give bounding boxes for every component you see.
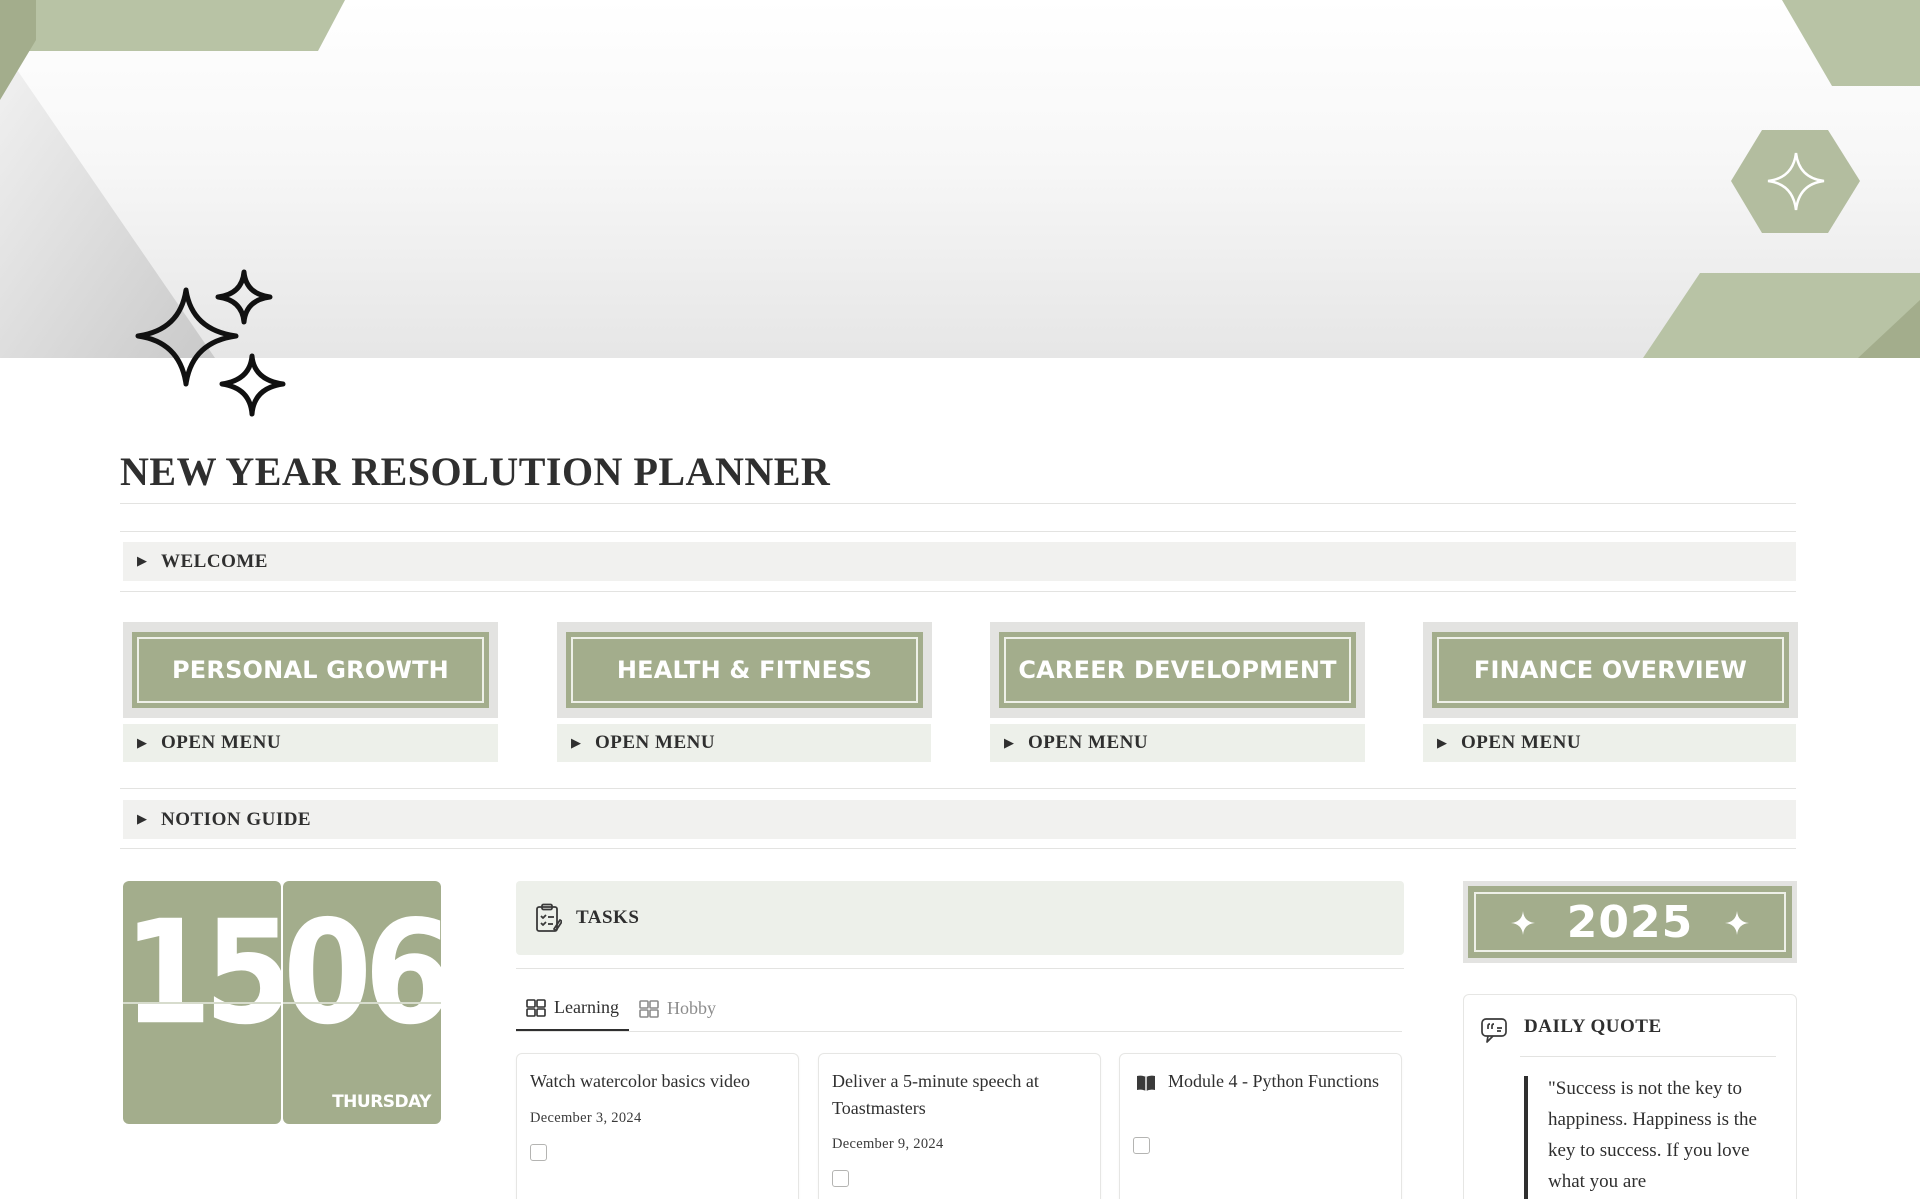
- gallery-icon: [639, 999, 659, 1018]
- four-point-star-icon: [1511, 911, 1535, 935]
- toggle-arrow-icon[interactable]: ▶: [990, 736, 1028, 751]
- tab-learning[interactable]: Learning: [516, 986, 629, 1031]
- toggle-arrow-icon[interactable]: ▶: [557, 736, 595, 751]
- personal-growth-open-menu[interactable]: ▶ OPEN MENU: [123, 724, 498, 762]
- gallery-icon: [526, 998, 546, 1017]
- task-date: December 3, 2024: [530, 1110, 642, 1126]
- task-card[interactable]: Module 4 - Python Functions: [1119, 1053, 1402, 1199]
- daily-quote-box: DAILY QUOTE "Success is not the key to h…: [1463, 994, 1797, 1199]
- quote-bubble-icon: [1481, 1018, 1507, 1043]
- open-menu-label: OPEN MENU: [161, 732, 282, 753]
- welcome-label: WELCOME: [161, 550, 268, 572]
- four-point-star-icon: [1725, 911, 1749, 935]
- health-fitness-open-menu[interactable]: ▶ OPEN MENU: [557, 724, 931, 762]
- year-label: 2025: [1566, 896, 1694, 948]
- toggle-arrow-icon[interactable]: ▶: [1423, 736, 1461, 751]
- tab-label: Hobby: [666, 998, 716, 1018]
- divider: [516, 968, 1404, 969]
- open-menu-label: OPEN MENU: [1461, 732, 1582, 753]
- clipboard-icon: [536, 903, 562, 932]
- task-checkbox[interactable]: [1133, 1137, 1150, 1154]
- task-date: December 9, 2024: [832, 1136, 944, 1152]
- clock-day: THURSDAY: [332, 1092, 431, 1112]
- book-icon: [1137, 1075, 1155, 1091]
- tasks-title: TASKS: [576, 907, 640, 928]
- open-menu-label: OPEN MENU: [595, 732, 716, 753]
- divider: [120, 503, 1796, 504]
- sparkles-icon: [135, 269, 286, 417]
- task-checkbox[interactable]: [530, 1144, 547, 1161]
- divider: [120, 531, 1796, 532]
- banner-label: PERSONAL GROWTH: [172, 656, 449, 684]
- task-title: Module 4 - Python Functions: [1168, 1071, 1380, 1091]
- notion-guide-toggle[interactable]: ▶ NOTION GUIDE: [123, 800, 1796, 839]
- toggle-arrow-icon[interactable]: ▶: [123, 554, 161, 569]
- quote-bar: [1524, 1076, 1528, 1199]
- career-development-open-menu[interactable]: ▶ OPEN MENU: [990, 724, 1365, 762]
- task-checkbox[interactable]: [832, 1170, 849, 1187]
- open-menu-label: OPEN MENU: [1028, 732, 1149, 753]
- task-card[interactable]: Deliver a 5-minute speech at Toastmaster…: [818, 1053, 1101, 1199]
- task-card[interactable]: Watch watercolor basics video December 3…: [516, 1053, 799, 1199]
- tasks-callout: TASKS: [516, 881, 1404, 955]
- tab-hobby[interactable]: Hobby: [629, 986, 726, 1031]
- flip-divider: [283, 1002, 441, 1004]
- divider: [120, 788, 1796, 789]
- career-development-banner[interactable]: CAREER DEVELOPMENT: [990, 622, 1365, 718]
- health-fitness-banner[interactable]: HEALTH & FITNESS: [557, 622, 932, 718]
- tasks-view-tabs: Learning Hobby: [516, 986, 726, 1032]
- divider: [120, 591, 1796, 592]
- tab-label: Learning: [554, 997, 619, 1017]
- task-title: Watch watercolor basics video: [530, 1071, 750, 1091]
- finance-overview-open-menu[interactable]: ▶ OPEN MENU: [1423, 724, 1796, 762]
- banner-label: FINANCE OVERVIEW: [1473, 656, 1748, 684]
- daily-quote-title: DAILY QUOTE: [1524, 1016, 1662, 1037]
- task-title: Deliver a 5-minute speech at Toastmaster…: [832, 1071, 1039, 1118]
- toggle-arrow-icon[interactable]: ▶: [123, 736, 161, 751]
- divider: [120, 848, 1796, 849]
- clock-hours-value: 15: [123, 890, 281, 1057]
- welcome-toggle[interactable]: ▶ WELCOME: [123, 542, 1796, 581]
- notion-guide-label: NOTION GUIDE: [161, 808, 312, 830]
- clock-minutes: 06 THURSDAY: [283, 881, 441, 1124]
- divider: [1520, 1056, 1776, 1057]
- page-title: NEW YEAR RESOLUTION PLANNER: [120, 449, 831, 494]
- finance-overview-banner[interactable]: FINANCE OVERVIEW: [1423, 622, 1798, 718]
- daily-quote-text: "Success is not the key to happiness. Ha…: [1548, 1078, 1757, 1192]
- banner-label: CAREER DEVELOPMENT: [1018, 656, 1337, 684]
- clock-minutes-value: 06: [283, 890, 441, 1057]
- clock-hours: 15: [123, 881, 281, 1124]
- personal-growth-banner[interactable]: PERSONAL GROWTH: [123, 622, 498, 718]
- flip-divider: [123, 1002, 281, 1004]
- toggle-arrow-icon[interactable]: ▶: [123, 812, 161, 827]
- tabs-underline: [516, 1031, 1402, 1032]
- year-banner: 2025: [1463, 881, 1797, 963]
- banner-label: HEALTH & FITNESS: [616, 656, 873, 684]
